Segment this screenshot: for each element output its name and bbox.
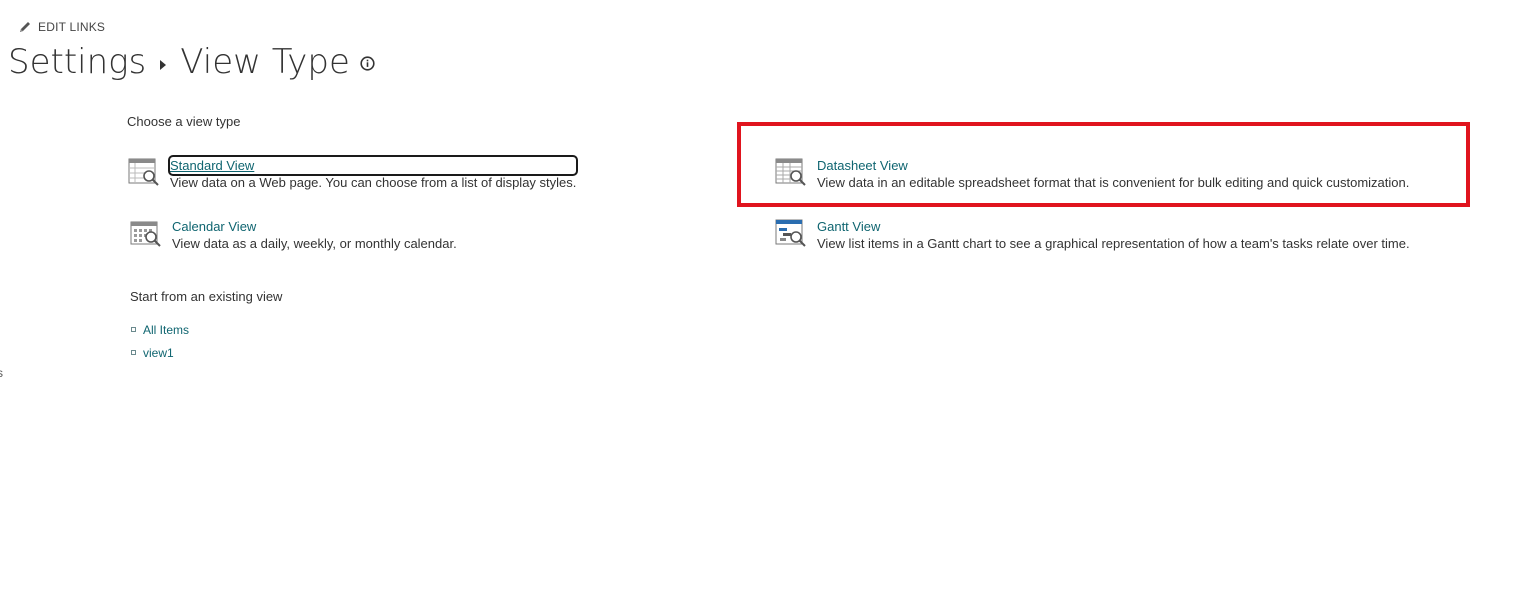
- standard-view-option[interactable]: Standard View View data on a Web page. Y…: [128, 155, 579, 191]
- gantt-view-icon: [775, 218, 807, 248]
- datasheet-view-option[interactable]: Datasheet View View data in an editable …: [775, 157, 1409, 191]
- choose-view-type-label: Choose a view type: [127, 114, 241, 129]
- edge-text-fragment: s: [0, 366, 3, 380]
- pencil-icon: [18, 20, 32, 34]
- page-title: Settings View Type: [8, 40, 375, 84]
- standard-view-description: View data on a Web page. You can choose …: [170, 175, 577, 190]
- standard-view-icon: [128, 157, 160, 187]
- existing-view-all-items-link[interactable]: All Items: [143, 323, 189, 337]
- datasheet-view-description: View data in an editable spreadsheet for…: [817, 175, 1410, 190]
- list-item: view1: [131, 341, 189, 364]
- bullet-icon: [131, 350, 136, 355]
- breadcrumb-separator-icon: [160, 55, 167, 74]
- info-icon[interactable]: [360, 55, 375, 75]
- edit-links-button[interactable]: EDIT LINKS: [18, 20, 105, 34]
- gantt-view-link[interactable]: Gantt View: [817, 218, 1410, 235]
- calendar-view-link[interactable]: Calendar View: [172, 218, 457, 235]
- calendar-view-icon: [130, 218, 162, 248]
- list-item: All Items: [131, 318, 189, 341]
- datasheet-view-link[interactable]: Datasheet View: [817, 157, 1409, 174]
- breadcrumb-settings[interactable]: Settings: [8, 40, 146, 84]
- bullet-icon: [131, 327, 136, 332]
- existing-view-label: Start from an existing view: [130, 289, 283, 304]
- gantt-view-description: View list items in a Gantt chart to see …: [817, 236, 1410, 251]
- calendar-view-description: View data as a daily, weekly, or monthly…: [172, 236, 457, 251]
- datasheet-view-icon: [775, 157, 807, 187]
- edit-links-label: EDIT LINKS: [38, 20, 106, 34]
- existing-view-view1-link[interactable]: view1: [143, 346, 174, 360]
- existing-views-list: All Items view1: [131, 318, 189, 364]
- breadcrumb-view-type: View Type: [180, 42, 350, 82]
- calendar-view-option[interactable]: Calendar View View data as a daily, week…: [130, 218, 457, 252]
- standard-view-link[interactable]: Standard View: [167, 155, 579, 176]
- gantt-view-option[interactable]: Gantt View View list items in a Gantt ch…: [775, 218, 1410, 252]
